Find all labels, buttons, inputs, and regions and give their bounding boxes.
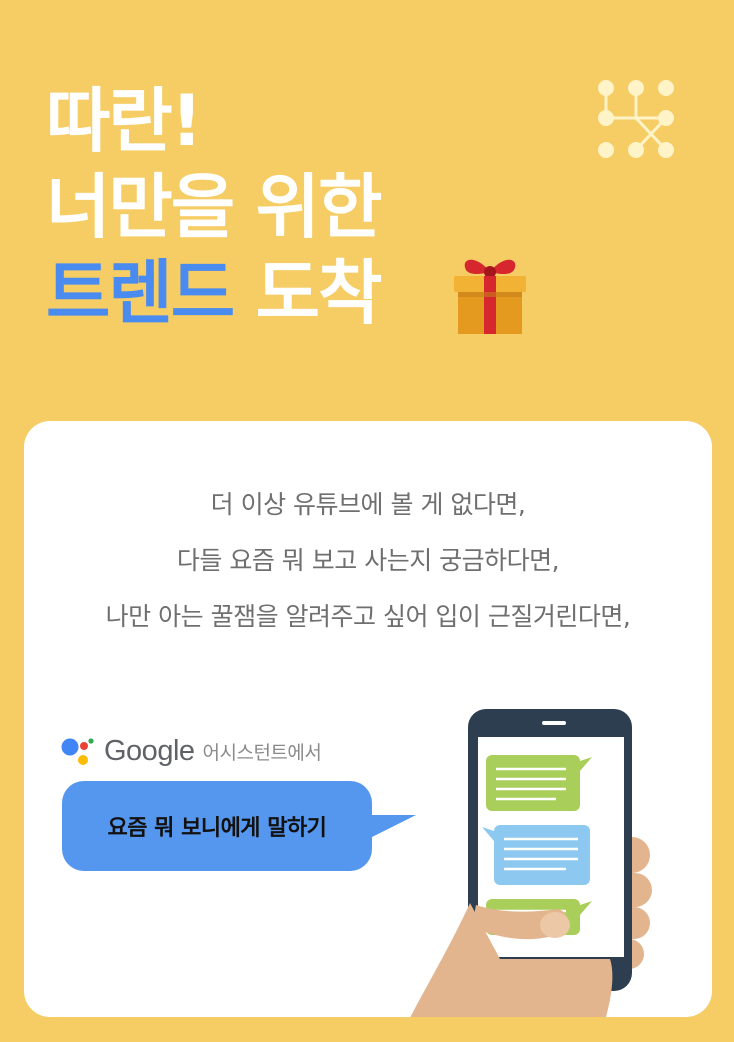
google-assistant-icon: [61, 738, 94, 765]
headline-line-1: 따란!: [46, 80, 203, 162]
intro-line-3: 나만 아는 꿀잼을 알려주고 싶어 입이 근질거린다면,: [105, 602, 631, 631]
headline-line-3: 트렌드 도착: [46, 250, 383, 336]
content-card: 더 이상 유튜브에 볼 게 없다면, 다들 요즘 뭐 보고 사는지 궁금하다면,…: [24, 421, 712, 1017]
headline-line-3-rest: 도착: [233, 252, 383, 334]
headline: 따란! 너만을 위한 트렌드 도착: [46, 78, 383, 336]
intro-line-1: 더 이상 유튜브에 볼 게 없다면,: [210, 490, 526, 519]
intro-line-2: 다들 요즘 뭐 보고 사는지 궁금하다면,: [176, 546, 560, 575]
intro-text: 더 이상 유튜브에 볼 게 없다면, 다들 요즘 뭐 보고 사는지 궁금하다면,…: [24, 477, 712, 645]
google-brand: Google: [104, 734, 195, 767]
molecule-logo-icon: [598, 80, 674, 158]
gift-box-icon: [454, 259, 526, 334]
headline-line-2: 너만을 위한: [46, 166, 382, 248]
chat-bubble-green-1: [486, 755, 592, 811]
command-text: 요즘 뭐 보니에게 말하기: [107, 816, 327, 841]
phone-speaker: [542, 721, 566, 725]
thumbnail: [540, 912, 570, 938]
assistant-suffix: 어시스턴트에서: [202, 741, 322, 764]
google-assistant-label: Google 어시스턴트에서: [60, 731, 322, 771]
chat-bubble-blue: [482, 825, 590, 885]
command-bubble: 요즘 뭐 보니에게 말하기: [62, 781, 416, 871]
phone-in-hand-illustration: [410, 709, 652, 1017]
headline-accent: 트렌드: [46, 252, 235, 334]
